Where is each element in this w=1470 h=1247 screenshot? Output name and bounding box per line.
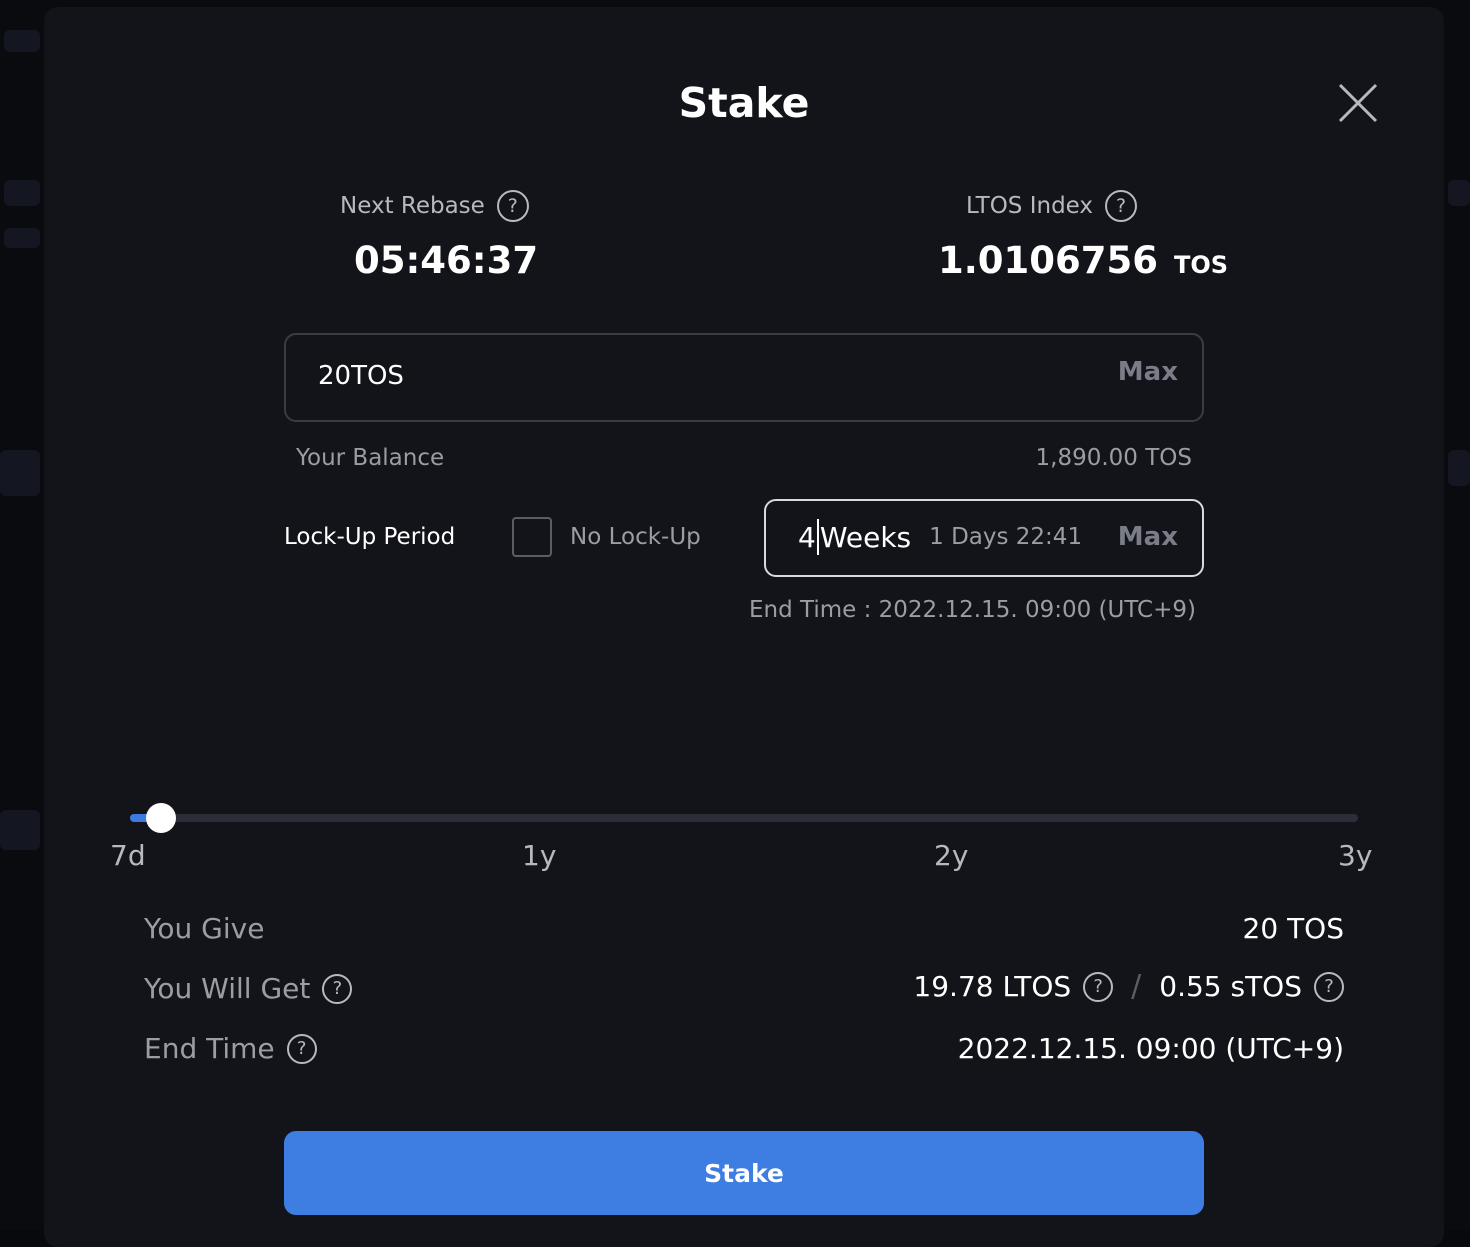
you-give-label: You Give [144, 912, 264, 945]
end-time-label: End Time ? [144, 1032, 317, 1065]
stake-amount-input[interactable]: 20TOS Max [284, 333, 1204, 422]
text-cursor [816, 519, 819, 555]
question-icon[interactable]: ? [496, 190, 529, 222]
stake-modal: Stake Next Rebase ? 05:46:37 LTOS Index … [44, 7, 1444, 1247]
close-button[interactable] [1336, 81, 1380, 125]
next-rebase-label-group: Next Rebase ? [340, 190, 529, 222]
ltos-index-unit: TOS [1174, 251, 1229, 279]
slider-tick-label: 7d [110, 839, 146, 872]
lockup-slider-track[interactable] [130, 814, 1358, 822]
you-will-get-value: 19.78 LTOS ? / 0.55 sTOS ? [913, 969, 1344, 1004]
end-time-value-text: 2022.12.15. 09:00 (UTC+9) [957, 1032, 1344, 1065]
you-will-get-label: You Will Get ? [144, 972, 353, 1005]
lockup-period-label: Lock-Up Period [284, 524, 456, 550]
balance-label: Your Balance [296, 445, 445, 471]
end-time-value: 2022.12.15. 09:00 (UTC+9) [958, 1032, 1344, 1065]
modal-title: Stake [678, 79, 810, 127]
ltos-index-value-group: 1.0106756 TOS [938, 239, 1228, 282]
slider-tick-label: 1y [522, 839, 557, 872]
value-separator: / [1131, 969, 1142, 1004]
no-lockup-label: No Lock-Up [570, 524, 701, 550]
next-rebase-value: 05:46:37 [354, 239, 539, 282]
question-icon[interactable]: ? [1083, 971, 1114, 1002]
backdrop-blur-element [4, 228, 40, 248]
slider-tick-label: 2y [934, 839, 969, 872]
stos-amount: 0.55 sTOS [1159, 970, 1302, 1003]
question-icon[interactable]: ? [1314, 971, 1344, 1002]
balance-value: 1,890.00 TOS [1035, 445, 1193, 471]
weeks-value-group: 4 Weeks 1 Days 22:41 [798, 519, 1082, 555]
you-give-label-text: You Give [144, 912, 265, 945]
backdrop-blur-element [0, 450, 40, 496]
stake-amount-value: 20TOS [318, 361, 404, 391]
next-rebase-label: Next Rebase [340, 193, 485, 219]
backdrop-blur-element [4, 180, 40, 206]
weeks-unit: Weeks [819, 520, 912, 554]
ltos-index-value: 1.0106756 [938, 239, 1159, 282]
end-time-hint: End Time : 2022.12.15. 09:00 (UTC+9) [748, 597, 1196, 623]
backdrop-blur-element [1448, 180, 1470, 206]
ltos-index-label: LTOS Index [966, 193, 1094, 219]
stake-button[interactable]: Stake [284, 1131, 1204, 1215]
backdrop-blur-element [1448, 450, 1470, 486]
weeks-remaining: 1 Days 22:41 [929, 524, 1083, 550]
end-time-label-text: End Time [144, 1032, 275, 1065]
amount-max-button[interactable]: Max [1118, 357, 1178, 387]
no-lockup-checkbox[interactable] [512, 517, 552, 557]
slider-tick-label: 3y [1338, 839, 1373, 872]
ltos-index-label-group: LTOS Index ? [966, 190, 1138, 222]
weeks-max-button[interactable]: Max [1118, 522, 1178, 552]
backdrop-blur-element [4, 30, 40, 52]
you-give-value: 20 TOS [1243, 912, 1344, 945]
you-will-get-label-text: You Will Get [144, 972, 311, 1005]
question-icon[interactable]: ? [286, 1033, 317, 1064]
ltos-amount: 19.78 LTOS [913, 970, 1072, 1003]
weeks-number: 4 [798, 520, 816, 554]
you-give-value-text: 20 TOS [1242, 912, 1344, 945]
lockup-weeks-input[interactable]: 4 Weeks 1 Days 22:41 Max [764, 499, 1204, 577]
close-icon [1338, 83, 1378, 123]
backdrop-blur-element [0, 810, 40, 850]
question-icon[interactable]: ? [322, 973, 353, 1004]
question-icon[interactable]: ? [1105, 190, 1138, 222]
lockup-slider-handle[interactable] [145, 803, 176, 833]
